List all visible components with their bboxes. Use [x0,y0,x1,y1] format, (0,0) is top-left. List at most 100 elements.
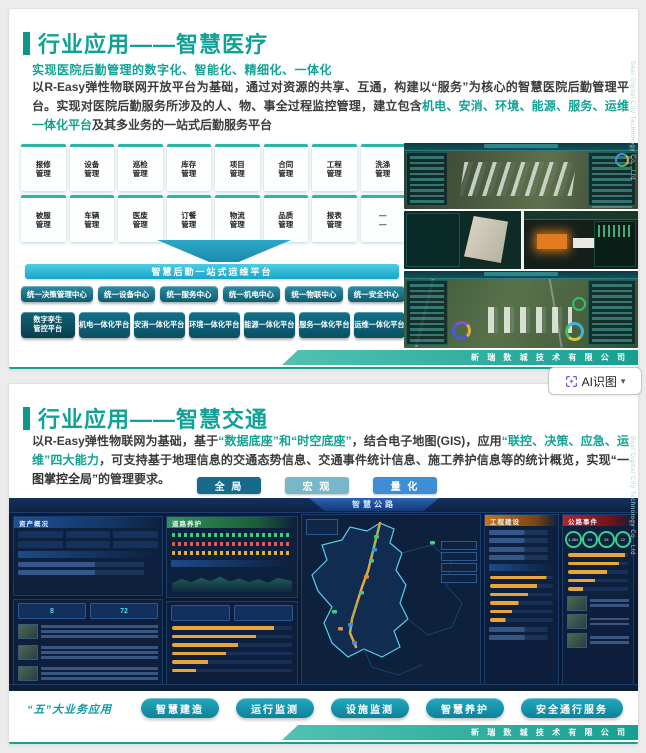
platform-pill: 机电一体化平台 [78,312,130,338]
ai-recognize-button[interactable]: AI识图 ▾ [548,367,642,395]
screenshot-header-bar [404,271,638,279]
panel-title: 道路养护 [167,517,297,528]
dash-panel-reports: 8 72 [13,599,163,687]
company-ribbon: 新 瑞 数 城 技 术 有 限 公 司 [282,725,638,740]
business-apps-label: “五”大业务应用 [27,704,112,716]
campus-buildings [459,162,577,196]
side-watermark: Best Digital City Technology Co., Ltd [629,436,635,556]
module-card: 物流 管理 [215,195,260,242]
panel-title: 公路事件 [563,515,633,526]
module-card: 订餐 管理 [166,195,211,242]
traffic-map [301,514,481,687]
slide-image-smart-healthcare[interactable]: 行业应用——智慧医疗 实现医院后勤管理的数字化、智能化、精细化、一体化 以R-E… [8,8,639,370]
dashboard-title: 智慧公路 [309,498,439,511]
module-card: 项目 管理 [215,144,260,191]
platform-pill: 服务一体化平台 [298,312,350,338]
hospital-dashboard-screenshot-1 [404,143,638,209]
stat-chip: 8 [18,603,86,619]
hospital-dashboard-screenshots [404,143,638,350]
screenshot-side-panel [406,280,448,345]
center-pill: 统一安全中心 [347,286,405,302]
integrated-platforms-row: 数字孪生 管控平台 机电一体化平台 安消一体化平台 环境一体化平台 能源一体化平台… [21,312,405,338]
highlighted-building [537,234,567,249]
slide1-intro-paragraph: 以R-Easy弹性物联网开放平台为基础，通过对资源的共享、互通，构建以“服务”为… [32,80,629,132]
dash-panel-operations [166,601,298,687]
dashboard-footer-bar [9,684,638,691]
title-accent-bar [23,406,30,430]
center-pill: 统一设备中心 [97,286,156,302]
platform-pill: 运维一体化平台 [353,312,405,338]
dash-panel-construction: 工程建设 [484,514,559,687]
ai-button-label: AI识图 [581,374,617,389]
panel-title: 资产概况 [14,517,162,528]
business-apps-pills: 智慧建造 运行监测 设施监测 智慧养护 安全通行服务 [141,698,623,718]
platform-pill: 能源一体化平台 [243,312,295,338]
biz-pill: 设施监测 [331,698,409,718]
screenshot-header-bar [524,211,638,220]
platform-pill: 安消一体化平台 [133,312,185,338]
center-pill: 统一物联中心 [285,286,343,302]
view-button-quantify: 量 化 [373,477,437,494]
platform-pill: 环境一体化平台 [188,312,240,338]
hospital-dashboard-screenshot-3 [404,271,638,348]
platform-banner: 智慧后勤一站式运维平台 [25,264,399,279]
event-rings: 4,384 94 28 22 [565,531,631,548]
donut-chart [452,321,471,340]
building-block [573,238,595,248]
biz-pill: 智慧建造 [141,698,219,718]
dash-panel-assets: 资产概况 [13,516,163,596]
screenshot-side-panel [406,213,460,267]
footer-line [9,367,638,369]
panel-title: 工程建设 [485,515,558,526]
funnel-arrow [157,240,291,262]
platform-pill: 数字孪生 管控平台 [21,312,75,338]
screenshot-header-bar [404,143,638,151]
map-side-menu [441,541,477,585]
area-chart [172,576,292,592]
map-view-buttons: 全 局 宏 观 量 化 [197,477,437,494]
dash-panel-maintenance: 道路养护 [166,516,298,598]
ring-chart [572,297,586,311]
slide2-title: 行业应用——智慧交通 [38,407,269,432]
unified-centers-row: 统一决策管理中心 统一设备中心 统一服务中心 统一机电中心 统一物联中心 统一安… [21,286,405,302]
company-name: 新 瑞 数 城 技 术 有 限 公 司 [470,728,628,737]
module-card: 车辆 管理 [69,195,114,242]
module-card: — — [360,195,405,242]
ring-stat: 94 [581,531,598,548]
donut-chart [565,322,584,341]
module-card: 合同 管理 [263,144,308,191]
chevron-down-icon[interactable]: ▾ [621,376,626,387]
ring-stat: 4,384 [565,531,582,548]
module-card: 品质 管理 [263,195,308,242]
side-watermark: Best Digital City Technology Co., Ltd [629,61,635,181]
module-grid: 报修 管理 设备 管理 巡检 管理 库存 管理 项目 管理 合同 管理 工程 管理 洗涤 管理 … [21,144,405,242]
center-pill: 统一机电中心 [222,286,281,302]
module-card: 报表 管理 [312,195,357,242]
screenshot-side-panel [594,221,636,267]
module-card: 医废 管理 [118,195,163,242]
module-card: 库存 管理 [166,144,211,191]
map-legend [306,519,338,535]
stat-chip: 72 [90,603,158,619]
ai-scan-icon [565,375,578,388]
center-pill: 统一服务中心 [160,286,218,302]
title-accent-bar [23,31,30,55]
module-card: 洗涤 管理 [360,144,405,191]
module-card: 设备 管理 [69,144,114,191]
slide-image-smart-transport[interactable]: 行业应用——智慧交通 以R-Easy弹性物联网为基础，基于“数据底座”和“时空底… [8,383,639,745]
biz-pill: 智慧养护 [426,698,504,718]
company-ribbon: 新 瑞 数 城 技 术 有 限 公 司 [282,350,638,365]
slide2-title-row: 行业应用——智慧交通 [23,402,268,434]
view-button-macro: 宏 观 [285,477,349,494]
biz-pill: 运行监测 [236,698,314,718]
campus-buildings [488,307,572,333]
biz-pill: 安全通行服务 [521,698,623,718]
footer-line [9,742,638,744]
view-button-global: 全 局 [197,477,261,494]
donut-chart [615,153,629,167]
module-card: 报修 管理 [21,144,66,191]
slide1-title: 行业应用——智慧医疗 [38,32,269,57]
traffic-dashboard-screenshot: 智慧公路 资产概况 8 72 道路养护 工程建设 公路事件 4,384 94 2… [9,498,638,691]
ring-stat: 28 [598,531,615,548]
dash-panel-events: 公路事件 4,384 94 28 22 [562,514,634,687]
